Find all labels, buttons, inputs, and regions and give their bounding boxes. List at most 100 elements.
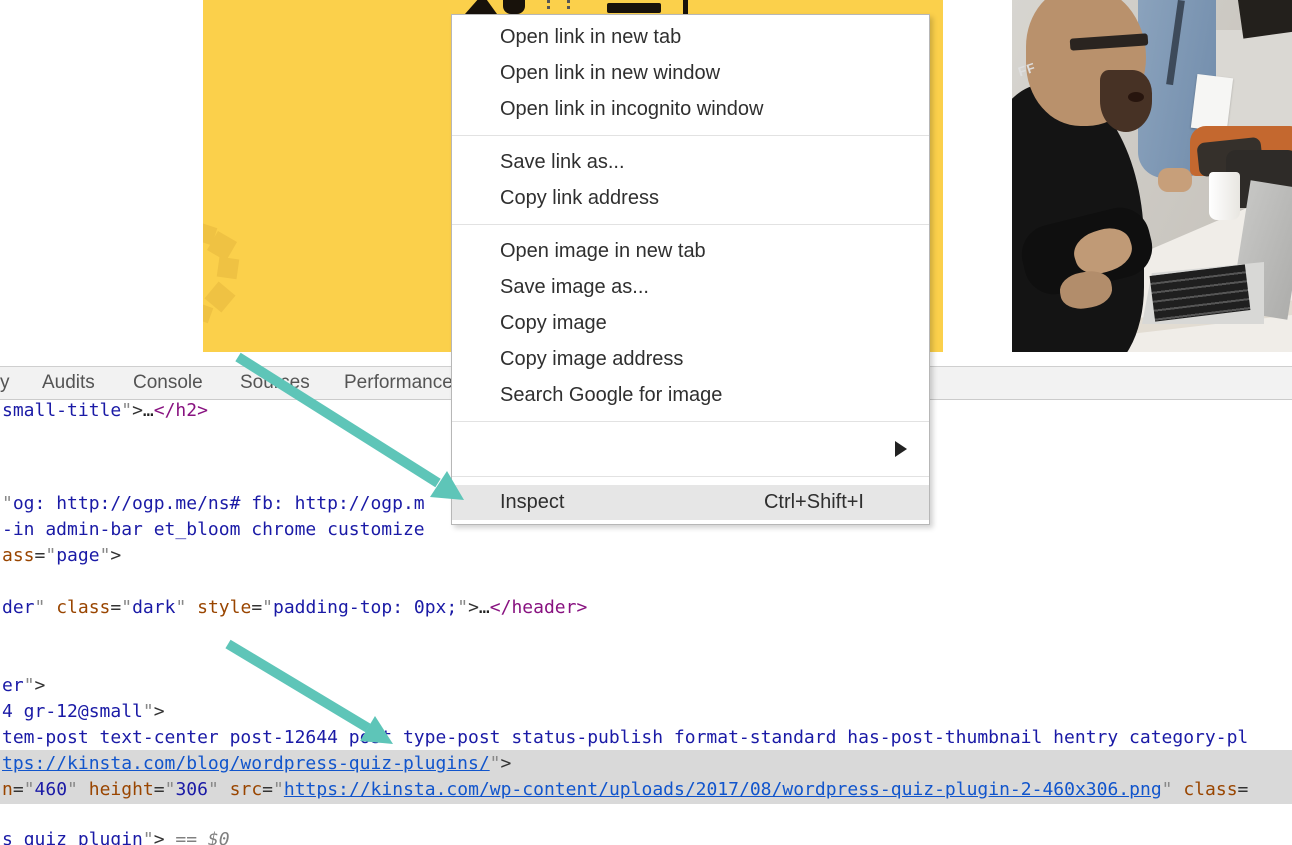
code-token: > [132, 400, 143, 421]
code-token: > [154, 701, 165, 722]
hero-photo[interactable]: FF [1012, 0, 1292, 352]
code-line[interactable]: tps://kinsta.com/blog/wordpress-quiz-plu… [2, 753, 511, 775]
code-line[interactable]: "og: http://ogp.me/ns# fb: http://ogp.m [2, 493, 425, 515]
code-token: " [24, 675, 35, 696]
code-token: dark [132, 597, 175, 618]
code-token: " [208, 779, 230, 800]
code-token: small-title [2, 400, 121, 421]
code-token: der [2, 597, 35, 618]
code-token: page [56, 545, 99, 566]
code-token: … [143, 400, 154, 421]
menu-item-open-image-in-new-tab[interactable]: Open image in new tab [452, 233, 929, 269]
menu-item-copy-image-address[interactable]: Copy image address [452, 341, 929, 377]
code-token: tem-post text-center post-12644 post typ… [2, 727, 1248, 748]
code-token: " [273, 779, 284, 800]
code-line[interactable]: n="460" height="306" src="https://kinsta… [2, 779, 1248, 801]
tab-y[interactable]: y [0, 367, 10, 399]
code-line[interactable]: small-title">…</h2> [2, 400, 208, 422]
code-token: 4 gr-12@small [2, 701, 143, 722]
code-token: " [262, 597, 273, 618]
tab-console[interactable]: Console [133, 367, 203, 399]
code-token: = [110, 597, 121, 618]
submenu-arrow-icon [895, 441, 907, 457]
code-token: " [100, 545, 111, 566]
code-token: n [2, 779, 13, 800]
photo-cup [1209, 172, 1240, 220]
illustration-dotted-line [567, 0, 570, 12]
code-token: " [143, 829, 154, 845]
menu-item-copy-image[interactable]: Copy image [452, 305, 929, 341]
code-token: " [121, 597, 132, 618]
menu-item-save-link-as-[interactable]: Save link as... [452, 144, 929, 180]
code-line[interactable]: tem-post text-center post-12644 post typ… [2, 727, 1248, 749]
menu-separator [452, 224, 929, 225]
illustration-line [683, 0, 688, 14]
code-token: = [35, 545, 46, 566]
code-token: " [45, 545, 56, 566]
menu-item-open-link-in-new-tab[interactable]: Open link in new tab [452, 19, 929, 55]
menu-item-open-link-in-incognito-window[interactable]: Open link in incognito window [452, 91, 929, 127]
illustration-shape [503, 0, 525, 14]
menu-item-search-google-for-image[interactable]: Search Google for image [452, 377, 929, 413]
code-token: class [56, 597, 110, 618]
menu-item-submenu[interactable] [452, 430, 929, 468]
code-line[interactable]: s quiz plugin"> == $0 [2, 829, 230, 845]
menu-item-open-link-in-new-window[interactable]: Open link in new window [452, 55, 929, 91]
code-token: = [1238, 779, 1249, 800]
menu-item-copy-link-address[interactable]: Copy link address [452, 180, 929, 216]
code-token: " [490, 753, 501, 774]
code-token: > [501, 753, 512, 774]
code-token: padding-top: 0px; [273, 597, 457, 618]
photo-hand [1158, 168, 1192, 192]
context-menu: Open link in new tabOpen link in new win… [451, 14, 930, 525]
code-line[interactable]: -in admin-bar et_bloom chrome customize [2, 519, 425, 541]
photo-dark-corner [1237, 0, 1292, 39]
photo-man-beard [1100, 70, 1152, 132]
tab-sources[interactable]: Sources [240, 367, 310, 399]
menu-separator [452, 135, 929, 136]
menu-item-inspect[interactable]: Inspect Ctrl+Shift+I [452, 485, 929, 520]
code-token: " [121, 400, 132, 421]
code-token: " [24, 779, 35, 800]
code-line[interactable]: ass="page"> [2, 545, 121, 567]
code-link[interactable]: https://kinsta.com/wp-content/uploads/20… [284, 779, 1162, 800]
menu-item-save-image-as-[interactable]: Save image as... [452, 269, 929, 305]
code-token: > [154, 829, 165, 845]
code-token: == $0 [165, 829, 230, 845]
code-line[interactable]: der" class="dark" style="padding-top: 0p… [2, 597, 587, 619]
photo-man-mouth [1128, 92, 1144, 102]
menu-item-label: Inspect [500, 485, 564, 520]
confetti-square [203, 303, 213, 324]
code-token: s quiz plugin [2, 829, 143, 845]
code-token: " [165, 779, 176, 800]
photo-name-badge [1191, 74, 1233, 132]
code-line[interactable]: 4 gr-12@small"> [2, 701, 165, 723]
screenshot-root: FF yAuditsConsoleSourcesPerformance "og:… [0, 0, 1292, 845]
code-token: </h2> [154, 400, 208, 421]
code-token: " [143, 701, 154, 722]
code-token: style [197, 597, 251, 618]
code-link[interactable]: tps://kinsta.com/blog/wordpress-quiz-plu… [2, 753, 490, 774]
tab-audits[interactable]: Audits [42, 367, 95, 399]
code-token: class [1183, 779, 1237, 800]
code-token: src [230, 779, 263, 800]
code-token: = [262, 779, 273, 800]
code-token: " [1162, 779, 1184, 800]
code-token: " [175, 597, 197, 618]
code-token: og: http://ogp.me/ns# fb: http://ogp.m [13, 493, 425, 514]
illustration-bar [607, 3, 661, 13]
code-token: 460 [35, 779, 68, 800]
code-token: > [468, 597, 479, 618]
tab-performance[interactable]: Performance [344, 367, 453, 399]
code-token: = [154, 779, 165, 800]
confetti-square [217, 257, 240, 280]
code-token: = [251, 597, 262, 618]
code-token: ass [2, 545, 35, 566]
code-token: " [67, 779, 89, 800]
code-token: </header> [490, 597, 588, 618]
menu-separator [452, 421, 929, 422]
illustration-dotted-line [547, 0, 550, 12]
code-line[interactable]: er"> [2, 675, 45, 697]
menu-item-shortcut: Ctrl+Shift+I [764, 485, 864, 520]
code-token: 306 [175, 779, 208, 800]
